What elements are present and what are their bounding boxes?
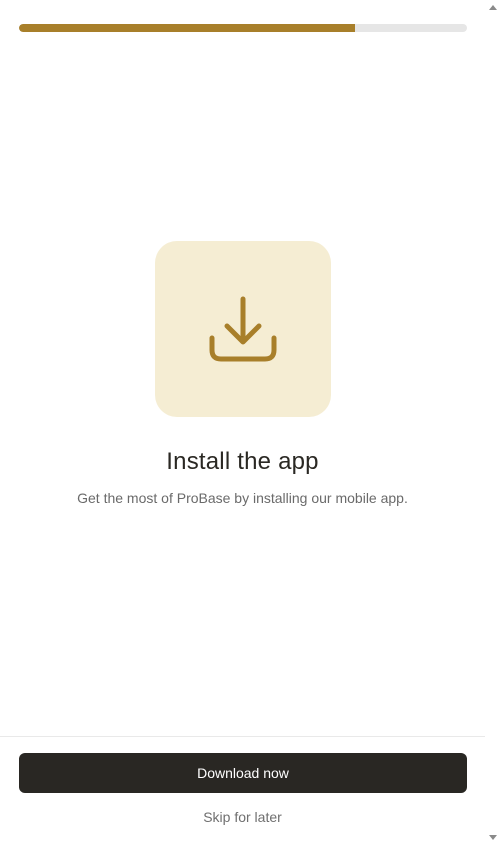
progress-bar-fill (19, 24, 355, 32)
footer-divider (0, 736, 485, 737)
skip-for-later-link[interactable]: Skip for later (0, 809, 485, 825)
scroll-up-arrow-icon[interactable] (489, 5, 497, 10)
download-illustration-tile (155, 241, 331, 417)
vertical-scrollbar[interactable] (485, 0, 500, 845)
page-title: Install the app (166, 448, 319, 475)
download-now-button[interactable]: Download now (19, 753, 467, 793)
onboarding-screen: Install the app Get the most of ProBase … (0, 0, 500, 845)
onboarding-progress-bar (19, 24, 467, 32)
page-subtitle: Get the most of ProBase by installing ou… (77, 490, 408, 506)
download-icon (209, 296, 277, 362)
scroll-down-arrow-icon[interactable] (489, 835, 497, 840)
